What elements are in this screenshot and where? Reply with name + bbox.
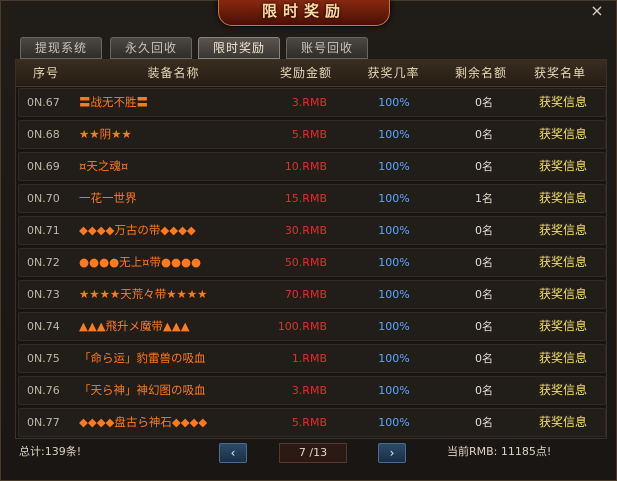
row-no: 0N.73 — [27, 288, 60, 301]
row-no: 0N.72 — [27, 256, 60, 269]
row-item-name: ▲▲▲飛升メ魔带▲▲▲ — [79, 319, 190, 333]
column-header-rate: 获奖几率 — [367, 66, 420, 80]
row-remaining: 0名 — [475, 288, 493, 301]
tab-limited-reward[interactable]: 限时奖励 — [198, 37, 280, 59]
column-header-remaining: 剩余名额 — [454, 66, 507, 80]
window-title: 限时奖励 — [261, 2, 346, 20]
row-rate: 100% — [378, 416, 410, 429]
chevron-right-icon[interactable]: › — [378, 443, 406, 463]
row-item-name: ●●●●无上¤带●●●● — [79, 255, 202, 269]
row-amount: 3.RMB — [291, 96, 327, 109]
row-item-name: ★★★★天荒々带★★★★ — [79, 287, 208, 301]
row-item-name: ¤天之魂¤ — [79, 159, 129, 173]
winner-info-link[interactable]: 获奖信息 — [521, 121, 605, 148]
row-no: 0N.70 — [27, 192, 60, 205]
winner-info-link[interactable]: 获奖信息 — [521, 217, 605, 244]
row-remaining: 0名 — [475, 416, 493, 429]
row-remaining: 0名 — [475, 160, 493, 173]
row-amount: 3.RMB — [291, 384, 327, 397]
row-no: 0N.69 — [27, 160, 60, 173]
tab-account-recycle[interactable]: 账号回收 — [286, 37, 368, 59]
winner-info-link[interactable]: 获奖信息 — [521, 153, 605, 180]
row-amount: 70.RMB — [284, 288, 327, 301]
table-row: 0N.73 ★★★★天荒々带★★★★ 70.RMB 100% 0名 获奖信息 — [18, 280, 606, 309]
row-remaining: 1名 — [475, 192, 493, 205]
row-amount: 50.RMB — [284, 256, 327, 269]
row-amount: 1.RMB — [291, 352, 327, 365]
row-amount: 10.RMB — [284, 160, 327, 173]
row-no: 0N.76 — [27, 384, 60, 397]
total-count: 总计:139条! — [19, 445, 82, 458]
winner-info-link[interactable]: 获奖信息 — [521, 313, 605, 340]
table-row: 0N.72 ●●●●无上¤带●●●● 50.RMB 100% 0名 获奖信息 — [18, 248, 606, 277]
row-no: 0N.68 — [27, 128, 60, 141]
winner-info-link[interactable]: 获奖信息 — [521, 185, 605, 212]
column-header-winners: 获奖名单 — [533, 66, 586, 80]
row-item-name: 「天ら神」神幻图の吸血 — [79, 383, 206, 397]
row-amount: 100.RMB — [277, 320, 327, 333]
row-remaining: 0名 — [475, 96, 493, 109]
row-no: 0N.75 — [27, 352, 60, 365]
table-row: 0N.68 ★★阴★★ 5.RMB 100% 0名 获奖信息 — [18, 120, 606, 149]
winner-info-link[interactable]: 获奖信息 — [521, 281, 605, 308]
row-item-name: 「命ら运」豹雷兽の吸血 — [79, 351, 206, 365]
row-item-name: ◆◆◆◆盘古ら神石◆◆◆◆ — [79, 415, 208, 429]
table-row: 0N.70 一花一世界 15.RMB 100% 1名 获奖信息 — [18, 184, 606, 213]
reward-window: 限时奖励 × 提现系统 永久回收 限时奖励 账号回收 序号 装备名称 奖励金额 … — [0, 0, 617, 481]
table-row: 0N.71 ◆◆◆◆万古の带◆◆◆◆ 30.RMB 100% 0名 获奖信息 — [18, 216, 606, 245]
winner-info-link[interactable]: 获奖信息 — [521, 89, 605, 116]
row-remaining: 0名 — [475, 224, 493, 237]
row-item-name: ★★阴★★ — [79, 127, 132, 141]
row-rate: 100% — [378, 128, 410, 141]
column-header-name: 装备名称 — [147, 66, 200, 80]
column-header-amount: 奖励金额 — [279, 66, 332, 80]
table-header: 序号 装备名称 奖励金额 获奖几率 剩余名额 获奖名单 — [16, 60, 606, 87]
title-plate: 限时奖励 — [218, 0, 390, 26]
table-row: 0N.67 〓战无不胜〓 3.RMB 100% 0名 获奖信息 — [18, 88, 606, 117]
row-remaining: 0名 — [475, 384, 493, 397]
row-amount: 15.RMB — [284, 192, 327, 205]
winner-info-link[interactable]: 获奖信息 — [521, 249, 605, 276]
row-remaining: 0名 — [475, 128, 493, 141]
row-amount: 30.RMB — [284, 224, 327, 237]
winner-info-link[interactable]: 获奖信息 — [521, 377, 605, 404]
row-rate: 100% — [378, 256, 410, 269]
row-rate: 100% — [378, 192, 410, 205]
row-no: 0N.71 — [27, 224, 60, 237]
column-header-no: 序号 — [32, 66, 59, 80]
reward-table: 序号 装备名称 奖励金额 获奖几率 剩余名额 获奖名单 0N.67 〓战无不胜〓… — [15, 59, 607, 439]
row-item-name: 〓战无不胜〓 — [79, 95, 148, 109]
row-item-name: 一花一世界 — [79, 191, 137, 205]
row-amount: 5.RMB — [291, 416, 327, 429]
row-no: 0N.74 — [27, 320, 60, 333]
close-icon[interactable]: × — [588, 2, 606, 20]
row-rate: 100% — [378, 160, 410, 173]
row-no: 0N.67 — [27, 96, 60, 109]
row-amount: 5.RMB — [291, 128, 327, 141]
current-rmb-balance: 当前RMB: 11185点! — [447, 445, 552, 458]
row-no: 0N.77 — [27, 416, 60, 429]
table-row: 0N.74 ▲▲▲飛升メ魔带▲▲▲ 100.RMB 100% 0名 获奖信息 — [18, 312, 606, 341]
row-rate: 100% — [378, 288, 410, 301]
table-row: 0N.77 ◆◆◆◆盘古ら神石◆◆◆◆ 5.RMB 100% 0名 获奖信息 — [18, 408, 606, 437]
table-row: 0N.75 「命ら运」豹雷兽の吸血 1.RMB 100% 0名 获奖信息 — [18, 344, 606, 373]
tab-permanent-recycle[interactable]: 永久回收 — [110, 37, 192, 59]
table-row: 0N.76 「天ら神」神幻图の吸血 3.RMB 100% 0名 获奖信息 — [18, 376, 606, 405]
row-remaining: 0名 — [475, 256, 493, 269]
winner-info-link[interactable]: 获奖信息 — [521, 409, 605, 436]
row-rate: 100% — [378, 320, 410, 333]
tab-withdraw[interactable]: 提现系统 — [20, 37, 102, 59]
chevron-left-icon[interactable]: ‹ — [219, 443, 247, 463]
row-remaining: 0名 — [475, 320, 493, 333]
row-rate: 100% — [378, 352, 410, 365]
row-rate: 100% — [378, 96, 410, 109]
winner-info-link[interactable]: 获奖信息 — [521, 345, 605, 372]
row-rate: 100% — [378, 224, 410, 237]
row-remaining: 0名 — [475, 352, 493, 365]
page-indicator: 7 /13 — [279, 443, 347, 463]
row-rate: 100% — [378, 384, 410, 397]
table-row: 0N.69 ¤天之魂¤ 10.RMB 100% 0名 获奖信息 — [18, 152, 606, 181]
row-item-name: ◆◆◆◆万古の带◆◆◆◆ — [79, 223, 196, 237]
